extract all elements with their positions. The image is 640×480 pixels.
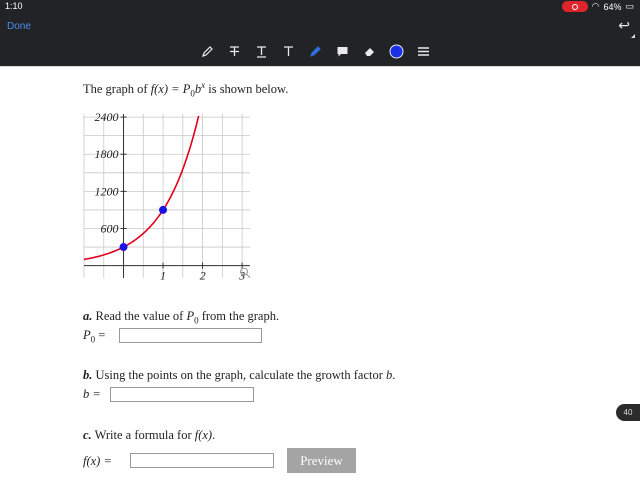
battery-icon: ▭ — [625, 1, 634, 11]
part-a-label: P0 = — [83, 328, 105, 345]
x-tick-label: 2 — [200, 269, 206, 283]
data-point — [119, 243, 128, 252]
part-b-letter: b. — [83, 368, 93, 382]
y-tick-label: 2400 — [95, 110, 119, 124]
color-circle-icon[interactable] — [389, 44, 404, 59]
menu-icon[interactable] — [416, 44, 431, 59]
toolbar-divider — [0, 66, 640, 67]
part-b-tail: . — [392, 368, 396, 382]
graph-canvas: 600 1200 1800 2400 1 2 3 — [83, 110, 251, 283]
x-tick-label: 3 — [238, 269, 245, 283]
y-tick-label: 600 — [101, 221, 119, 235]
part-a-label-eq: = — [95, 328, 106, 342]
y-tick-label: 1200 — [95, 184, 119, 198]
part-b-question: b. Using the points on the graph, calcul… — [83, 368, 395, 383]
y-tick-label: 1800 — [95, 147, 119, 161]
pen-icon[interactable] — [200, 44, 215, 59]
problem-intro: The graph of f(x) = P0bx is shown below. — [83, 80, 288, 99]
part-b-text: Using the points on the graph, calculate… — [92, 368, 387, 382]
exponential-graph: 600 1200 1800 2400 1 2 3 — [80, 108, 255, 293]
part-a-variable: P — [186, 309, 195, 323]
screen-recording-icon — [561, 1, 588, 12]
part-a-letter: a. — [83, 309, 93, 323]
growth-factor-input[interactable] — [110, 387, 254, 402]
data-point — [159, 205, 168, 214]
battery-percent: 64% — [603, 1, 622, 12]
p0-answer-input[interactable] — [119, 328, 262, 343]
text-icon[interactable] — [281, 44, 296, 59]
intro-prefix: The graph of — [83, 82, 151, 97]
eraser-icon[interactable] — [362, 44, 377, 59]
part-c-letter: c. — [83, 428, 92, 442]
done-button[interactable]: Done — [7, 21, 31, 32]
text-underline-icon[interactable] — [254, 44, 269, 59]
app-top-bar: 1:10 ◠ 64% ▭ Done ↩ — [0, 0, 640, 66]
part-b-label: b = — [83, 387, 101, 401]
part-c-text: Write a formula for — [91, 428, 195, 442]
intro-suffix: is shown below. — [205, 82, 289, 97]
part-c-variable: f(x) — [194, 428, 213, 442]
text-strike-icon[interactable] — [227, 44, 242, 59]
part-a-text: Read the value of — [92, 309, 187, 323]
part-a-label-var: P — [83, 328, 91, 342]
preview-button[interactable]: Preview — [287, 448, 356, 473]
formula-input[interactable] — [130, 453, 274, 468]
page-number-badge: 40 — [616, 404, 640, 421]
wifi-icon: ◠ — [591, 1, 600, 11]
comment-icon[interactable] — [335, 44, 350, 59]
markup-toolbar — [200, 44, 431, 59]
redo-icon[interactable]: ↩ — [618, 18, 630, 34]
intro-function: f(x) = P — [150, 82, 191, 97]
part-c-label: f(x) = — [83, 454, 112, 468]
part-a-question: a. Read the value of P0 from the graph. — [83, 309, 279, 326]
part-a-tail: from the graph. — [198, 309, 280, 323]
status-indicators: ◠ 64% ▭ — [561, 1, 634, 12]
part-c-question: c. Write a formula for f(x). — [83, 428, 215, 443]
resize-corner-icon — [631, 34, 635, 38]
part-c-tail: . — [212, 428, 216, 442]
status-time: 1:10 — [5, 1, 23, 11]
highlighter-icon[interactable] — [308, 44, 323, 59]
x-tick-label: 1 — [160, 269, 166, 283]
